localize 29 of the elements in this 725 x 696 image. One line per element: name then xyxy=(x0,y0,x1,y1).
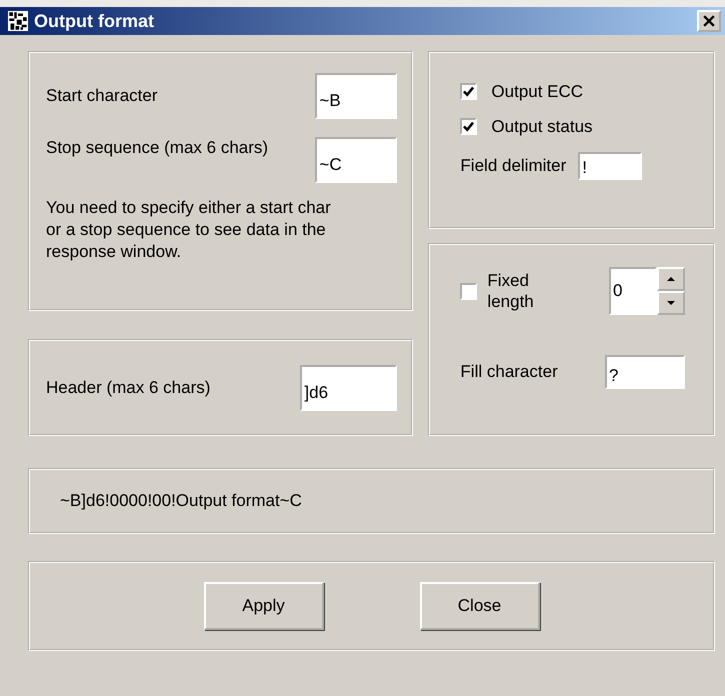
checkbox-label: Output status xyxy=(491,116,593,138)
start-character-field[interactable]: ~B xyxy=(315,73,398,119)
field-delimiter-field[interactable]: ! xyxy=(578,152,642,180)
length-field[interactable]: 0 xyxy=(609,267,657,315)
field-label: Field delimiter xyxy=(460,154,566,176)
field-label: Stop sequence (max 6 chars) xyxy=(46,137,270,158)
fill-character-field[interactable]: ? xyxy=(605,355,685,389)
checkbox[interactable] xyxy=(460,83,478,100)
hint-text: You need to specify either a start char or a stop sequence to see data in the response window. xyxy=(46,197,332,264)
header-field[interactable]: ]d6 xyxy=(300,364,398,410)
close-dialog-button[interactable]: Close xyxy=(420,582,540,630)
close-icon xyxy=(703,15,715,27)
down-arrow-icon xyxy=(667,301,675,305)
spin-up-button[interactable] xyxy=(657,267,685,291)
stop-sequence-field[interactable]: ~C xyxy=(315,137,398,183)
output-preview: ~B]d6!0000!00!Output format~C xyxy=(60,490,302,512)
spin-down-button[interactable] xyxy=(657,291,685,315)
field-label: Header (max 6 chars) xyxy=(46,376,210,398)
field-label: Fill character xyxy=(460,361,558,383)
apply-button[interactable]: Apply xyxy=(204,582,324,630)
close-button[interactable] xyxy=(697,10,721,32)
checkbox[interactable] xyxy=(460,118,478,136)
checkbox-label: Fixed length xyxy=(487,270,535,312)
up-arrow-icon xyxy=(667,277,675,281)
window-title: Output format xyxy=(34,10,155,32)
field-label: Start character xyxy=(46,85,158,107)
checkbox-label: Output ECC xyxy=(491,81,584,102)
app-icon xyxy=(8,11,28,31)
checkbox[interactable] xyxy=(460,282,478,300)
